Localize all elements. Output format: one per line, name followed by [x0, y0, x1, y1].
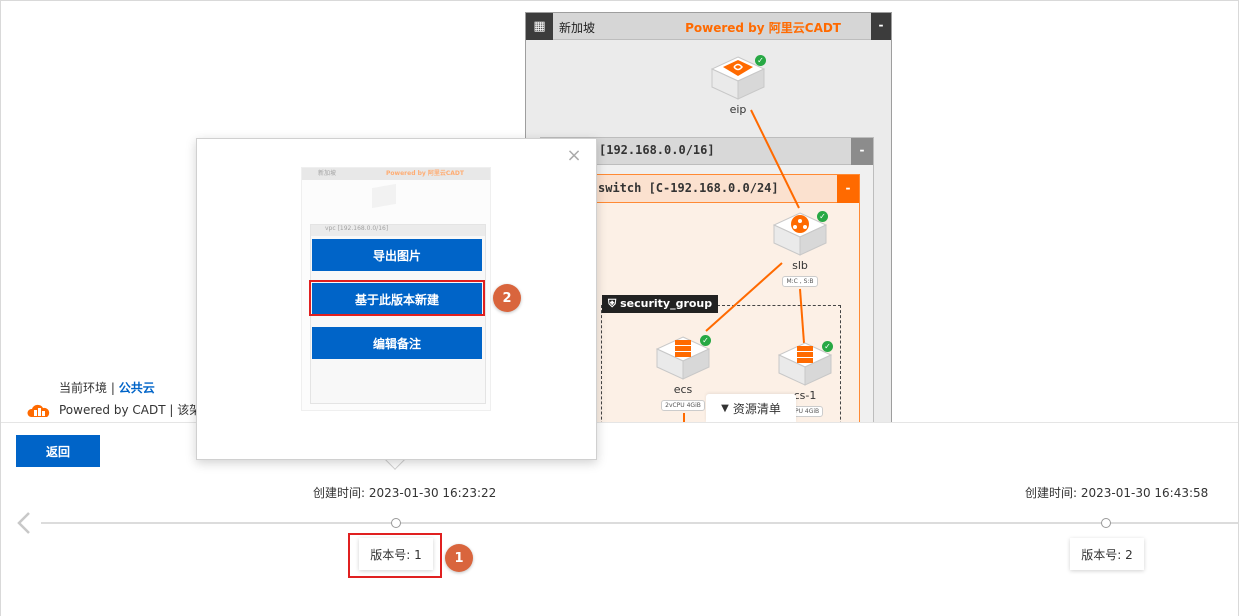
current-environment: 当前环境 | 公共云 [59, 379, 155, 396]
version-1-highlight [348, 533, 442, 578]
ok-check-icon: ✓ [700, 335, 711, 346]
edit-note-button[interactable]: 编辑备注 [312, 327, 482, 359]
ecs-spec: 2vCPU 4GiB [661, 400, 705, 411]
ok-check-icon: ✓ [822, 341, 833, 352]
thumb-eip-icon [372, 183, 396, 209]
resource-list-tab[interactable]: ▼ 资源清单 [706, 394, 796, 422]
thumb-region-name: 新加坡 [318, 170, 337, 177]
server-icon: ✓ [777, 341, 833, 387]
slb-name: slb [792, 259, 808, 272]
eip-icon: ✓ [710, 55, 766, 101]
caret-down-icon: ▼ [721, 402, 729, 414]
server-icon: ✓ [655, 335, 711, 381]
step-badge-2: 2 [493, 284, 521, 312]
cadt-cloud-icon [27, 404, 50, 417]
version-2-box[interactable]: 版本号: 2 [1070, 538, 1144, 570]
timeline-track [41, 522, 1238, 524]
ecs-name: ecs [673, 383, 693, 396]
environment-value[interactable]: 公共云 [119, 381, 155, 395]
thumb-vpc-label: vpc [192.168.0.0/16] [325, 225, 389, 232]
ok-check-icon: ✓ [755, 55, 766, 66]
export-image-button[interactable]: 导出图片 [312, 239, 482, 271]
thumb-region-header: 新加坡 Powered by 阿里云CADT [302, 168, 490, 180]
slb-spec: M:C , S:B [782, 276, 818, 287]
back-button[interactable]: 返回 [16, 435, 100, 467]
new-from-version-highlight [309, 280, 485, 316]
version-1-timeline-dot[interactable] [391, 518, 401, 528]
eip-name: eip [729, 103, 747, 116]
step-badge-1: 1 [445, 544, 473, 572]
version-panel [1, 422, 1238, 616]
chevron-left-icon[interactable] [15, 511, 35, 535]
resource-list-label: 资源清单 [732, 401, 781, 416]
ok-check-icon: ✓ [817, 211, 828, 222]
slb-node[interactable]: ✓ slb M:C , S:B [770, 211, 830, 287]
powered-by-text: Powered by CADT | 该架构 [59, 403, 214, 417]
close-icon[interactable]: × [566, 147, 582, 165]
thumb-vpc-header: vpc [192.168.0.0/16] [311, 225, 485, 236]
ecs-node[interactable]: ✓ ecs 2vCPU 4GiB [653, 335, 713, 411]
environment-label: 当前环境 | [59, 381, 119, 395]
slb-icon: ✓ [772, 211, 828, 257]
eip-node[interactable]: ✓ eip [708, 55, 768, 116]
powered-by-footer: Powered by CADT | 该架构 [27, 401, 213, 418]
version-2-created-time: 创建时间: 2023-01-30 16:43:58 [1025, 486, 1209, 500]
thumb-powered-by: Powered by 阿里云CADT [386, 170, 464, 177]
version-1-created-time: 创建时间: 2023-01-30 16:23:22 [313, 486, 497, 500]
version-2-timeline-dot[interactable] [1101, 518, 1111, 528]
